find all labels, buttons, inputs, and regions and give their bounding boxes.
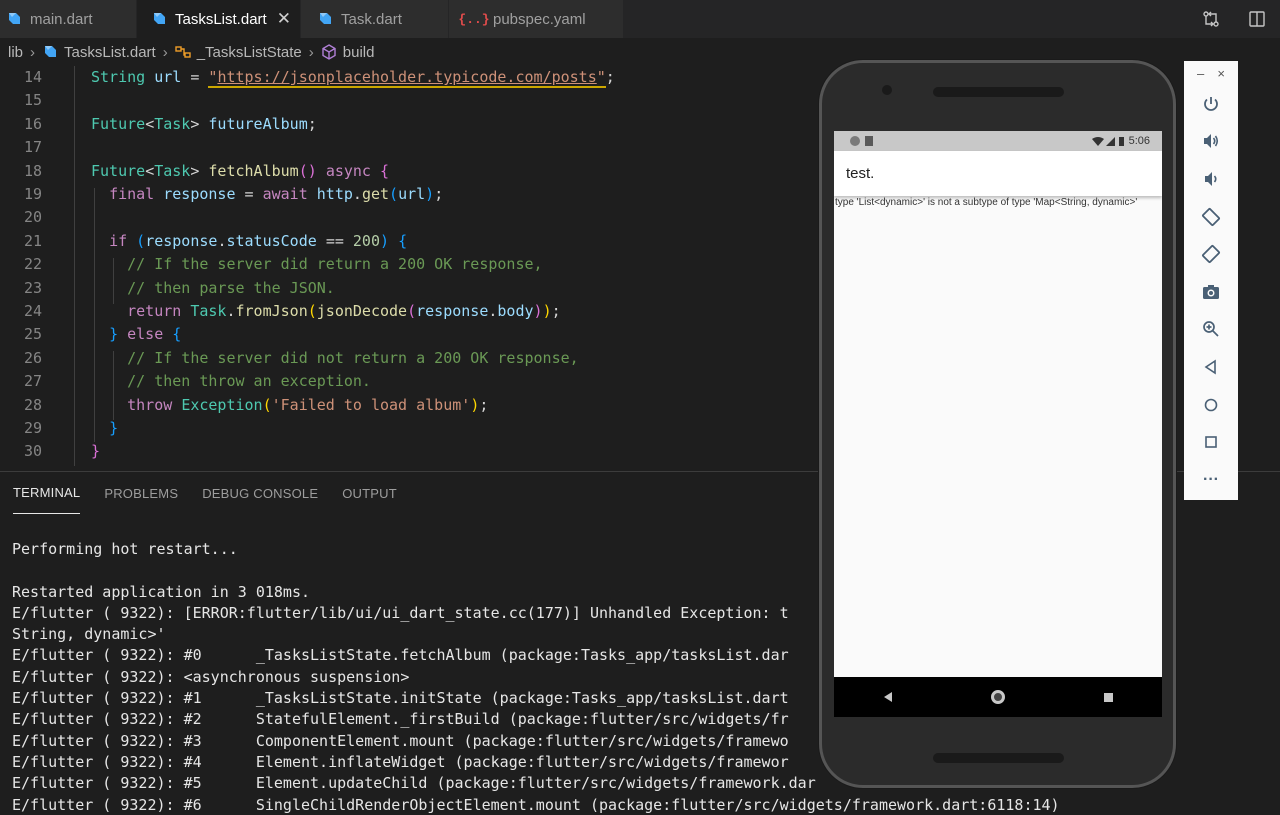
compare-changes-icon[interactable] — [1188, 0, 1234, 38]
error-message: type 'List<dynamic>' is not a subtype of… — [835, 197, 1138, 208]
breadcrumb-item-class[interactable]: _TasksListState — [175, 44, 302, 61]
rotate-left-icon[interactable] — [1184, 198, 1238, 236]
breadcrumb-label: TasksList.dart — [64, 43, 156, 61]
breadcrumb-label: lib — [8, 43, 24, 61]
tab-pubspec-yaml[interactable]: {..} pubspec.yaml — [449, 0, 623, 38]
chevron-right-icon: › — [162, 43, 168, 61]
rotate-right-icon[interactable] — [1184, 235, 1238, 273]
back-icon[interactable] — [1184, 348, 1238, 386]
breadcrumb-label: build — [342, 43, 375, 61]
signal-icon — [1091, 136, 1124, 146]
breadcrumb-label: _TasksListState — [196, 43, 302, 61]
dart-icon — [151, 11, 167, 27]
tab-debug-console[interactable]: DEBUG CONSOLE — [202, 472, 318, 514]
overview-icon[interactable] — [1103, 692, 1113, 702]
minimap[interactable] — [1238, 61, 1280, 461]
tab-main-dart[interactable]: main.dart — [0, 0, 136, 38]
zoom-icon[interactable] — [1184, 311, 1238, 349]
status-bar: 5:06 — [834, 131, 1162, 151]
tab-taskslist-dart[interactable]: TasksList.dart ✕ — [137, 0, 300, 38]
minimize-icon[interactable]: – — [1197, 66, 1204, 81]
more-icon[interactable]: ··· — [1184, 461, 1238, 499]
home-icon[interactable] — [990, 690, 1005, 704]
camera-icon[interactable] — [1184, 273, 1238, 311]
tab-label: main.dart — [30, 10, 93, 28]
tab-output[interactable]: OUTPUT — [342, 472, 397, 514]
app-bar: test. — [834, 151, 1162, 196]
android-emulator: 5:06 test. type 'List<dynamic>' is not a… — [819, 60, 1176, 788]
tab-problems[interactable]: PROBLEMS — [104, 472, 178, 514]
emulator-screen[interactable]: 5:06 test. type 'List<dynamic>' is not a… — [834, 131, 1162, 717]
volume-down-icon[interactable] — [1184, 160, 1238, 198]
terminal-line: E/flutter ( 9322): #6 SingleChildRenderO… — [12, 795, 1060, 814]
app-title: test. — [846, 165, 875, 182]
editor-tab-bar: main.dart TasksList.dart ✕ Task.dart {..… — [0, 0, 1280, 38]
bottom-speaker — [933, 753, 1064, 763]
home-icon[interactable] — [1184, 386, 1238, 424]
camera-lens — [882, 85, 892, 95]
method-cube-icon — [321, 44, 337, 60]
overview-icon[interactable] — [1184, 423, 1238, 461]
class-icon — [175, 44, 191, 60]
dart-icon — [6, 11, 22, 27]
chevron-right-icon: › — [308, 43, 314, 61]
tab-task-dart[interactable]: Task.dart — [301, 0, 448, 38]
notification-icon — [850, 136, 860, 146]
close-icon[interactable]: ✕ — [277, 9, 291, 29]
indent-guide — [74, 66, 75, 466]
tab-label: pubspec.yaml — [493, 10, 586, 28]
emulator-toolbar: – × ··· — [1184, 61, 1238, 500]
android-nav-bar — [834, 677, 1162, 717]
back-icon[interactable] — [883, 692, 892, 702]
tab-label: Task.dart — [341, 10, 402, 28]
dart-icon — [42, 44, 58, 60]
toolbar-header: – × — [1184, 61, 1238, 85]
status-icons — [1091, 136, 1125, 147]
close-icon[interactable]: × — [1217, 66, 1225, 81]
breadcrumb-item-file[interactable]: TasksList.dart — [42, 44, 156, 61]
breadcrumb-item-lib[interactable]: lib — [8, 44, 23, 61]
breadcrumb-item-method[interactable]: build — [321, 43, 375, 61]
power-icon[interactable] — [1184, 85, 1238, 123]
panel-tabs: TERMINAL PROBLEMS DEBUG CONSOLE OUTPUT — [0, 472, 408, 514]
clock: 5:06 — [1128, 135, 1150, 147]
braces-icon: {..} — [458, 11, 490, 27]
dart-icon — [317, 11, 333, 27]
tab-label: TasksList.dart — [175, 10, 267, 28]
sd-card-icon — [865, 136, 873, 146]
volume-up-icon[interactable] — [1184, 123, 1238, 161]
tab-terminal[interactable]: TERMINAL — [13, 472, 81, 514]
split-editor-icon[interactable] — [1234, 0, 1280, 38]
top-speaker — [933, 87, 1064, 97]
chevron-right-icon: › — [30, 43, 36, 61]
